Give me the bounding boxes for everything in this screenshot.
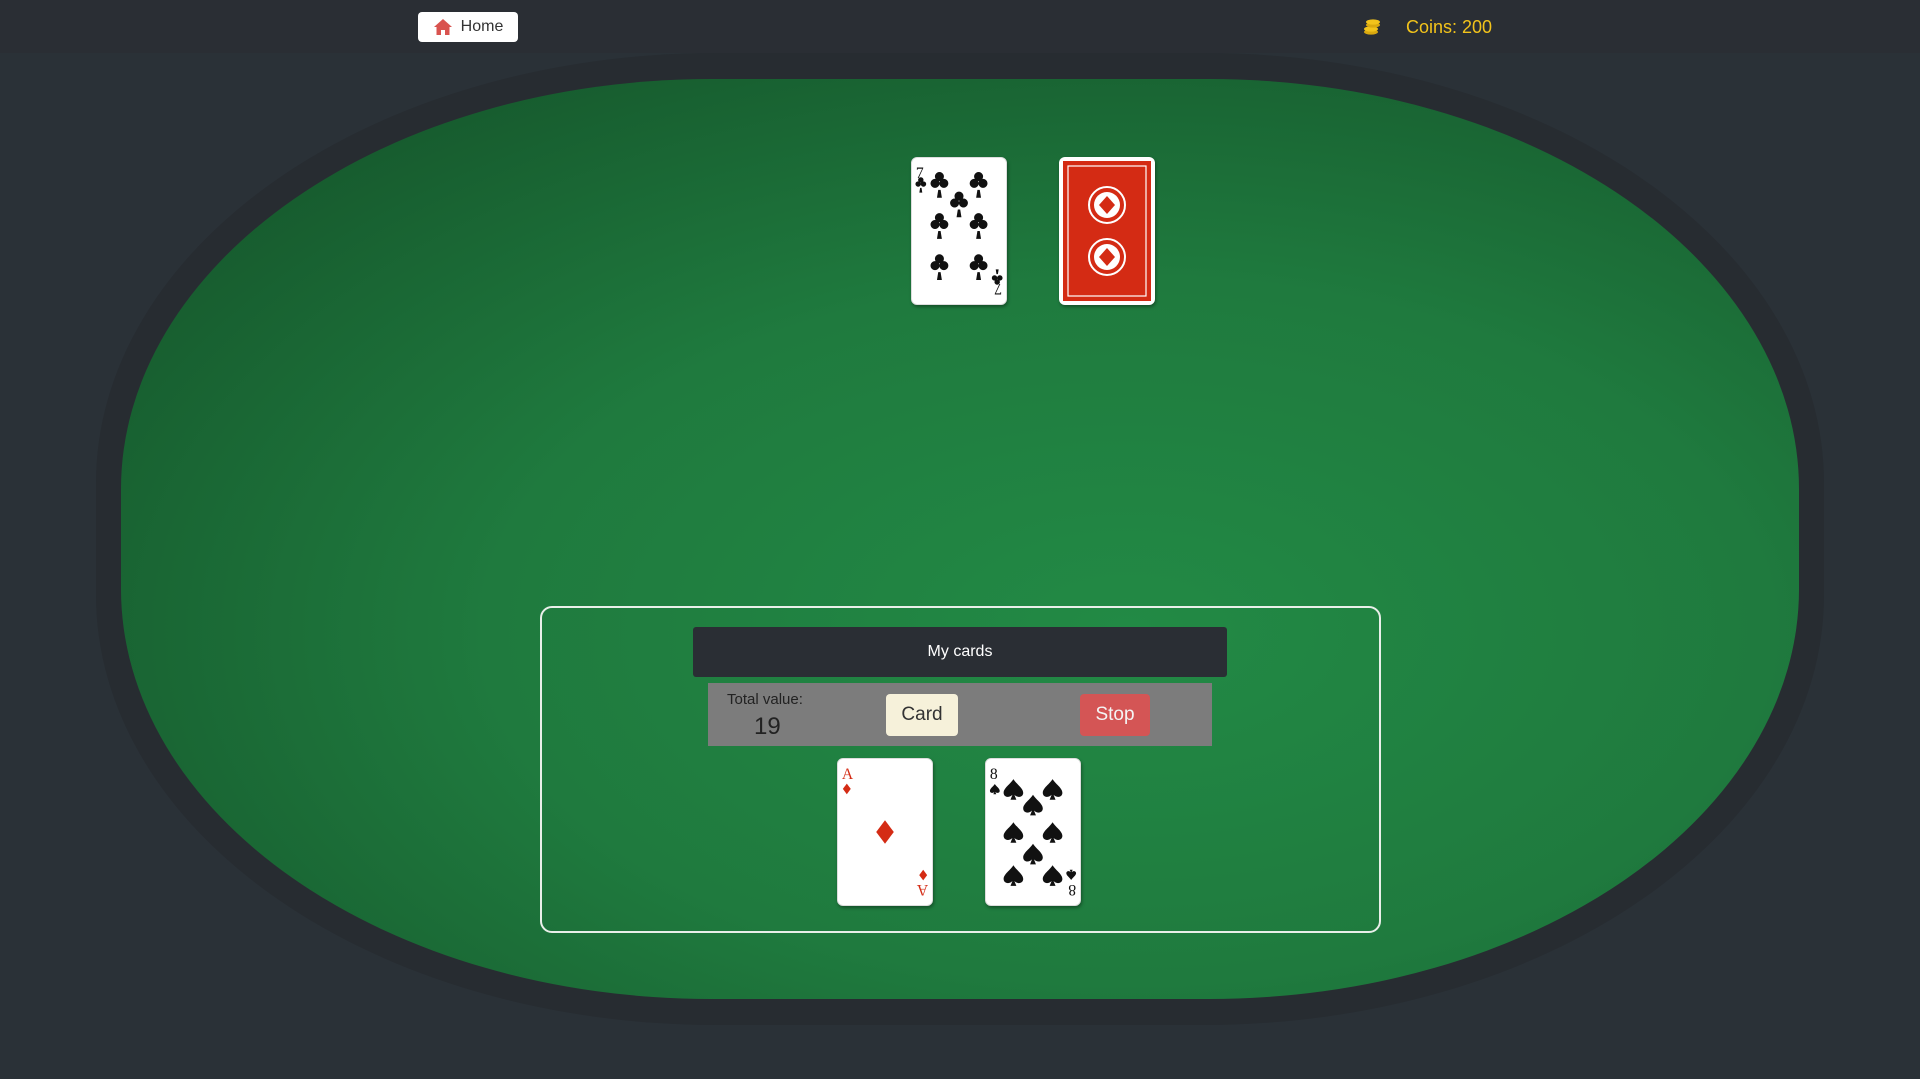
dealer-card-face-down <box>1059 157 1155 305</box>
player-controls: Total value: 19 Card Stop <box>708 683 1212 746</box>
coins-text: Coins: 200 <box>1406 16 1493 37</box>
home-icon <box>433 19 452 35</box>
svg-text:8: 8 <box>990 766 998 783</box>
player-card-ace-diamonds: A A <box>837 758 933 906</box>
svg-text:8: 8 <box>1068 881 1076 898</box>
top-navbar: Home Coins: 200 <box>0 0 1920 53</box>
total-value: 19 <box>754 713 781 740</box>
stop-button[interactable]: Stop <box>1080 694 1150 736</box>
player-card-8-spades: 8 8 <box>985 758 1081 906</box>
my-cards-title: My cards <box>927 643 993 660</box>
coins-icon <box>1364 19 1380 35</box>
total-value-label: Total value: <box>727 691 803 708</box>
coins-display: Coins: 200 <box>1362 14 1492 40</box>
my-cards-header: My cards <box>693 627 1227 677</box>
home-button[interactable]: Home <box>418 12 518 42</box>
svg-text:A: A <box>916 881 928 898</box>
card-button[interactable]: Card <box>886 694 958 736</box>
dealer-card-7-clubs: 7 7 <box>911 157 1007 305</box>
svg-text:A: A <box>842 766 854 783</box>
home-label: Home <box>460 18 504 35</box>
